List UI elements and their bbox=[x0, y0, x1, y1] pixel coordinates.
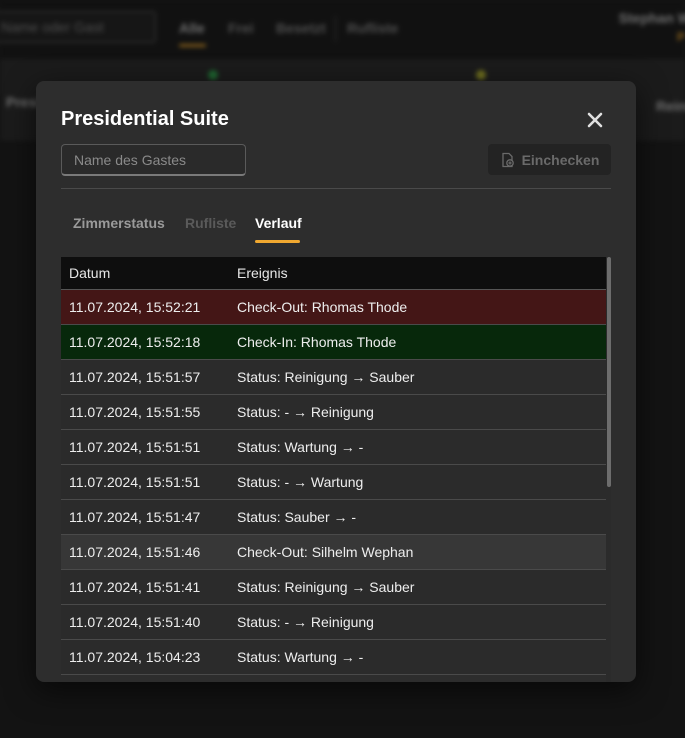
row-event: Status: - → Wartung bbox=[237, 474, 364, 490]
table-row[interactable]: 11.07.2024, 15:52:18 Check-In: Rhomas Th… bbox=[61, 325, 606, 360]
table-header: Datum Ereignis bbox=[61, 257, 606, 290]
table-row[interactable]: 11.07.2024, 15:51:46 Check-Out: Silhelm … bbox=[61, 535, 606, 570]
checkin-button[interactable]: Einchecken bbox=[488, 144, 611, 175]
row-event: Check-Out: Rhomas Thode bbox=[237, 299, 408, 315]
table-row[interactable]: 11.07.2024, 15:04:23 Status: Wartung → - bbox=[61, 640, 606, 675]
table-row[interactable]: 11.07.2024, 15:51:41 Status: Reinigung →… bbox=[61, 570, 606, 605]
column-header-event[interactable]: Ereignis bbox=[237, 265, 606, 281]
close-icon bbox=[587, 112, 603, 128]
tab-zimmerstatus[interactable]: Zimmerstatus bbox=[73, 215, 165, 231]
row-date: 11.07.2024, 15:51:40 bbox=[69, 614, 201, 630]
row-event: Status: Sauber → - bbox=[237, 509, 357, 525]
row-date: 11.07.2024, 15:51:47 bbox=[69, 509, 201, 525]
table-row[interactable]: 11.07.2024, 15:52:21 Check-Out: Rhomas T… bbox=[61, 290, 606, 325]
checkin-label: Einchecken bbox=[521, 151, 600, 168]
row-event: Status: Wartung → - bbox=[237, 439, 364, 455]
active-tab-indicator bbox=[255, 240, 300, 243]
row-event: Status: Reinigung → Sauber bbox=[237, 579, 415, 595]
room-dialog: Presidential Suite Einchecken Zimmerstat… bbox=[36, 81, 636, 682]
row-event: Status: - → Reinigung bbox=[237, 404, 374, 420]
row-date: 11.07.2024, 15:52:18 bbox=[69, 334, 201, 350]
row-event: Check-Out: Silhelm Wephan bbox=[237, 544, 414, 560]
row-event: Check-In: Rhomas Thode bbox=[237, 334, 397, 350]
row-event: Status: - → Reinigung bbox=[237, 614, 374, 630]
table-row[interactable]: 11.07.2024, 15:51:47 Status: Sauber → - bbox=[61, 500, 606, 535]
tab-rufliste[interactable]: Rufliste bbox=[185, 215, 236, 231]
close-button[interactable] bbox=[583, 108, 607, 132]
table-row[interactable]: 11.07.2024, 15:51:40 Status: - → Reinigu… bbox=[61, 605, 606, 640]
tab-verlauf[interactable]: Verlauf bbox=[255, 215, 302, 231]
row-date: 11.07.2024, 15:51:51 bbox=[69, 474, 201, 490]
checkin-icon bbox=[501, 152, 514, 167]
row-date: 11.07.2024, 15:04:23 bbox=[69, 649, 201, 665]
table-row[interactable]: 11.07.2024, 15:51:57 Status: Reinigung →… bbox=[61, 360, 606, 395]
row-date: 11.07.2024, 15:51:46 bbox=[69, 544, 201, 560]
row-date: 11.07.2024, 15:51:55 bbox=[69, 404, 201, 420]
row-date: 11.07.2024, 15:51:41 bbox=[69, 579, 201, 595]
column-header-date[interactable]: Datum bbox=[61, 265, 237, 281]
header-divider bbox=[61, 188, 611, 189]
guest-name-input[interactable] bbox=[61, 144, 246, 176]
row-date: 11.07.2024, 15:51:57 bbox=[69, 369, 201, 385]
row-event: Status: Wartung → - bbox=[237, 649, 364, 665]
table-row[interactable]: 11.07.2024, 15:51:55 Status: - → Reinigu… bbox=[61, 395, 606, 430]
table-row[interactable]: 11.07.2024, 15:51:51 Status: Wartung → - bbox=[61, 430, 606, 465]
row-event: Status: Reinigung → Sauber bbox=[237, 369, 415, 385]
history-table[interactable]: Datum Ereignis 11.07.2024, 15:52:21 Chec… bbox=[61, 257, 606, 682]
row-date: 11.07.2024, 15:52:21 bbox=[69, 299, 201, 315]
dialog-title: Presidential Suite bbox=[61, 108, 229, 130]
table-scrollbar-thumb[interactable] bbox=[607, 257, 611, 487]
table-row[interactable]: 11.07.2024, 15:51:51 Status: - → Wartung bbox=[61, 465, 606, 500]
row-date: 11.07.2024, 15:51:51 bbox=[69, 439, 201, 455]
